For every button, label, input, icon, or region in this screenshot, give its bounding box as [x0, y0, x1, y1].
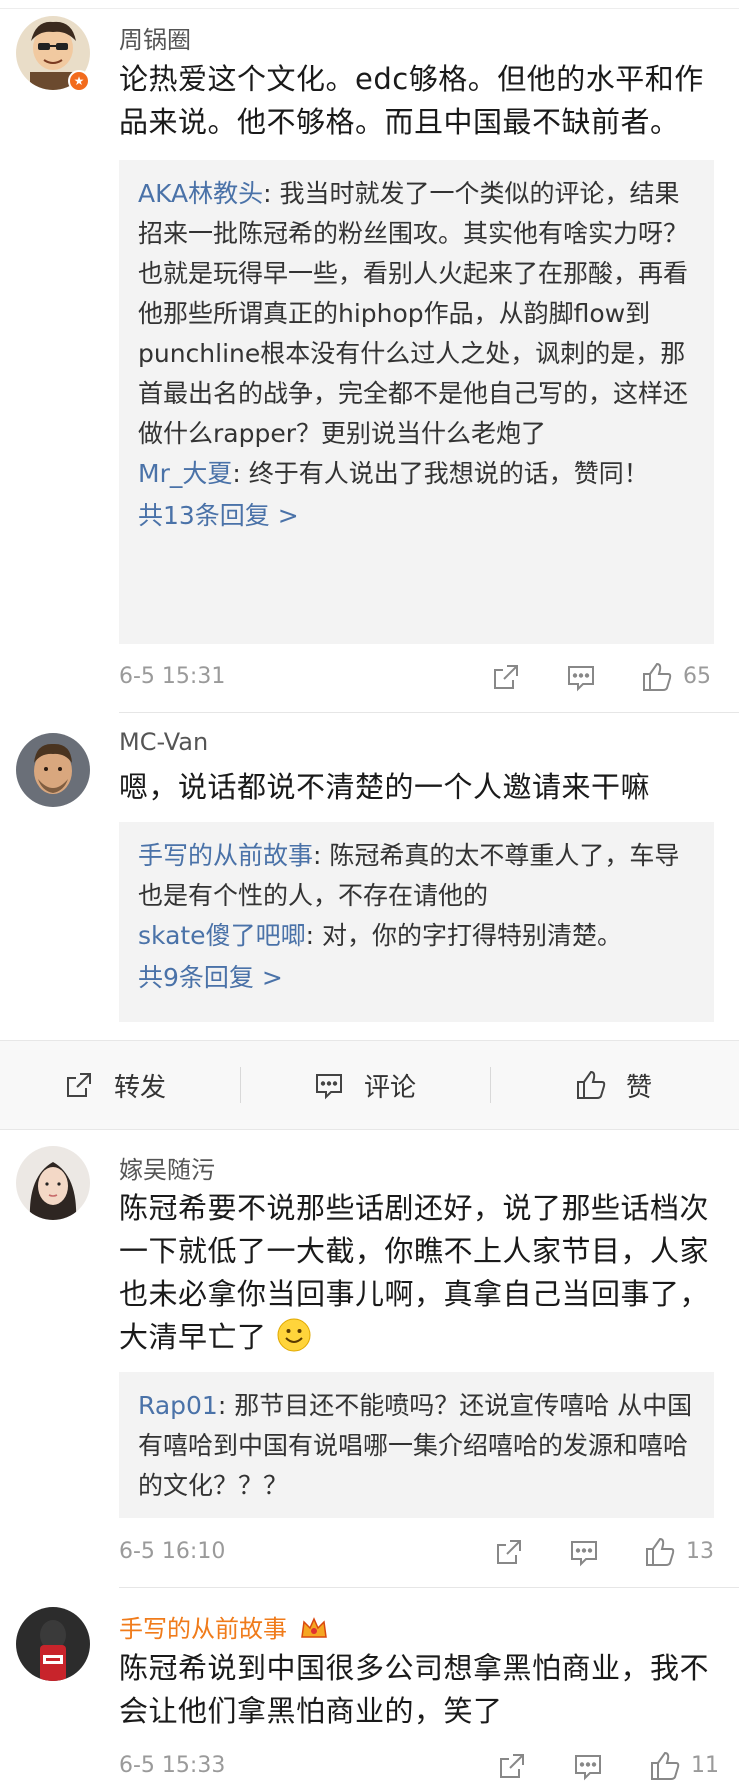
comment-time: 6-5 16:10 — [119, 1539, 226, 1564]
smile-emoji-icon — [277, 1318, 311, 1352]
reply-text: : 对，你的字打得特别清楚。 — [305, 921, 622, 950]
more-replies-link[interactable]: 共9条回复 > — [138, 958, 696, 998]
like-count: 13 — [686, 1539, 714, 1564]
comment-time: 6-5 15:31 — [119, 664, 226, 689]
more-replies-link[interactable]: 共13条回复 > — [138, 496, 696, 536]
verified-badge-icon: ★ — [68, 70, 90, 92]
like-count: 11 — [691, 1753, 719, 1778]
comment-username[interactable]: 周锅圈 — [119, 20, 191, 55]
reply-box: Rap01: 那节目还不能喷吗？还说宣传嘻哈 从中国有嘻哈到中国有说唱哪一集介绍… — [119, 1372, 714, 1518]
comment-text: 嗯，说话都说不清楚的一个人邀请来干嘛 — [119, 770, 651, 804]
divider — [490, 1067, 491, 1103]
comment-text: 论热爱这个文化。edc够格。但他的水平和作品来说。他不够格。而且中国最不缺前者。 — [119, 62, 704, 139]
top-divider — [0, 0, 739, 9]
comment-icon[interactable] — [564, 660, 598, 694]
repost-button[interactable]: 转发 — [62, 1041, 166, 1129]
comment-icon — [316, 1074, 342, 1100]
reply-box: 手写的从前故事: 陈冠希真的太不尊重人了，车导也是有个性的人，不存在请他的 sk… — [119, 822, 714, 1022]
reply-username[interactable]: Rap01 — [138, 1391, 218, 1420]
divider — [119, 712, 739, 713]
thumbs-up-icon[interactable] — [643, 1535, 677, 1569]
comment-meta: 6-5 16:10 13 — [119, 1533, 719, 1573]
share-icon[interactable] — [489, 660, 523, 694]
like-count: 65 — [683, 664, 711, 689]
reply-text: : 终于有人说出了我想说的话，赞同！ — [232, 459, 649, 488]
reply-username[interactable]: skate傻了吧唧 — [138, 921, 306, 950]
comment-username[interactable]: 嫁吴随污 — [119, 1150, 215, 1185]
thumbs-up-icon[interactable] — [640, 660, 674, 694]
share-icon[interactable] — [492, 1535, 526, 1569]
thumbs-up-icon — [577, 1070, 606, 1099]
comment-meta: 6-5 15:31 65 — [119, 658, 719, 698]
comment-text-content: 陈冠希要不说那些话剧还好，说了那些话档次一下就低了一大截，你瞧不上人家节目，人家… — [119, 1191, 710, 1354]
comment-text: 陈冠希要不说那些话剧还好，说了那些话档次一下就低了一大截，你瞧不上人家节目，人家… — [119, 1187, 709, 1359]
like-button[interactable]: 赞 — [574, 1041, 652, 1129]
reply-text: : 我当时就发了一个类似的评论，结果招来一批陈冠希的粉丝围攻。其实他有啥实力呀？… — [138, 179, 689, 448]
thumbs-up-icon[interactable] — [648, 1749, 682, 1783]
reply-username[interactable]: AKA林教头 — [138, 179, 263, 208]
share-icon[interactable] — [495, 1749, 529, 1783]
share-icon — [67, 1073, 91, 1097]
avatar[interactable] — [16, 733, 90, 807]
comment-label: 评论 — [364, 1072, 417, 1103]
avatar[interactable] — [16, 1146, 90, 1220]
comment-username-text: 手写的从前故事 — [119, 1615, 287, 1643]
reply-item: 手写的从前故事: 陈冠希真的太不尊重人了，车导也是有个性的人，不存在请他的 — [138, 836, 696, 916]
reply-box: AKA林教头: 我当时就发了一个类似的评论，结果招来一批陈冠希的粉丝围攻。其实他… — [119, 160, 714, 644]
reply-text: : 那节目还不能喷吗？还说宣传嘻哈 从中国有嘻哈到中国有说唱哪一集介绍嘻哈的发源… — [138, 1391, 693, 1500]
comment-button[interactable]: 评论 — [312, 1041, 416, 1129]
reply-item: Rap01: 那节目还不能喷吗？还说宣传嘻哈 从中国有嘻哈到中国有说唱哪一集介绍… — [138, 1386, 696, 1506]
reply-item: skate傻了吧唧: 对，你的字打得特别清楚。 — [138, 916, 696, 956]
comment-icon[interactable] — [567, 1535, 601, 1569]
divider — [240, 1067, 241, 1103]
reply-item: AKA林教头: 我当时就发了一个类似的评论，结果招来一批陈冠希的粉丝围攻。其实他… — [138, 174, 696, 454]
crown-badge-icon — [300, 1617, 327, 1638]
reply-username[interactable]: 手写的从前故事 — [138, 841, 313, 870]
comment-username[interactable]: 手写的从前故事 — [119, 1609, 329, 1644]
reply-item: Mr_大夏: 终于有人说出了我想说的话，赞同！ — [138, 454, 696, 494]
divider — [119, 1587, 739, 1588]
comment-time: 6-5 15:33 — [119, 1753, 226, 1778]
like-label: 赞 — [626, 1072, 653, 1103]
comment-text: 陈冠希说到中国很多公司想拿黑怕商业，我不会让他们拿黑怕商业的，笑了 — [119, 1651, 710, 1728]
comment-meta: 6-5 15:33 11 — [119, 1747, 719, 1787]
action-bar: 转发 评论 赞 — [0, 1040, 739, 1130]
avatar[interactable] — [16, 1607, 90, 1681]
comment-username[interactable]: MC-Van — [119, 728, 208, 756]
repost-label: 转发 — [114, 1072, 167, 1103]
comment-icon[interactable] — [571, 1749, 605, 1783]
reply-username[interactable]: Mr_大夏 — [138, 459, 232, 488]
